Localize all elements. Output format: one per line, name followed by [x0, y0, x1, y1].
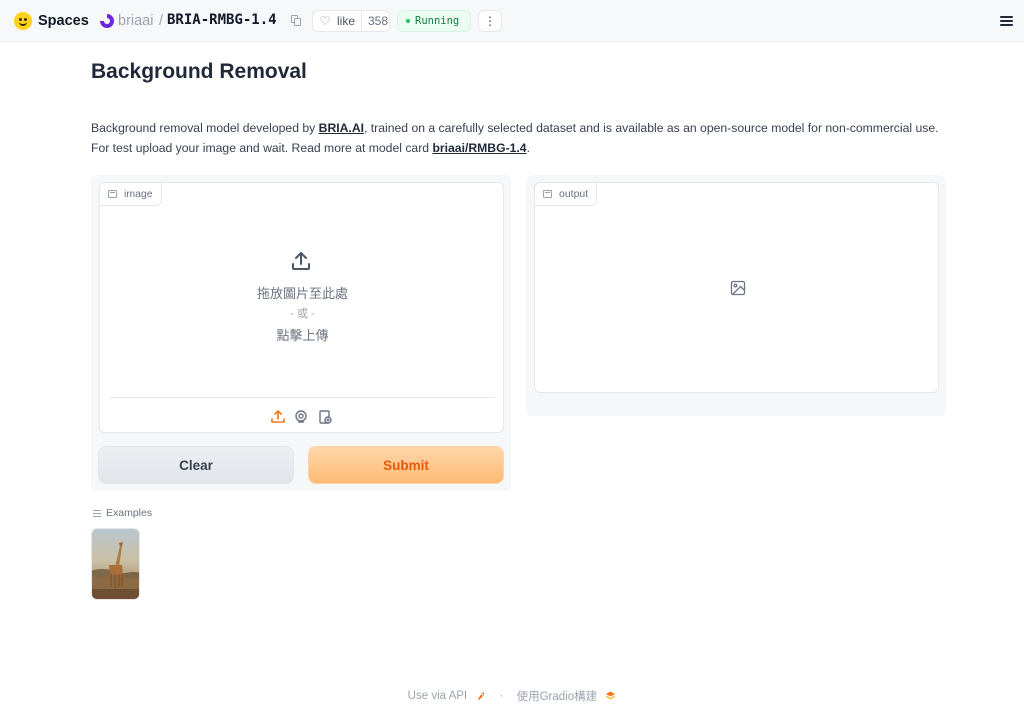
copy-icon[interactable] — [291, 15, 301, 26]
top-bar: Spaces briaai / BRIA-RMBG-1.4 ♡ like 358… — [0, 0, 1024, 42]
page-title: Background Removal — [91, 60, 307, 83]
like-count[interactable]: 358 — [361, 11, 389, 31]
breadcrumb-separator: / — [159, 13, 164, 29]
heart-icon: ♡ — [319, 14, 331, 28]
image-upload-dropzone[interactable]: image 拖放圖片至此處 - 或 - 點擊上傳 — [99, 182, 504, 433]
model-card-link[interactable]: briaai/RMBG-1.4 — [432, 141, 526, 155]
examples-header: Examples — [93, 507, 152, 519]
list-icon — [93, 509, 101, 517]
output-image-box: output — [534, 182, 939, 393]
use-via-api-link[interactable]: Use via API — [408, 690, 467, 702]
rocket-icon — [476, 691, 486, 701]
bria-link[interactable]: BRIA.AI — [319, 121, 364, 135]
image-placeholder-icon — [730, 280, 746, 296]
status-dot-icon — [406, 19, 410, 23]
image-label-tag: image — [99, 182, 162, 206]
like-label: like — [337, 14, 356, 28]
status-text: Running — [415, 15, 460, 27]
clipboard-source-icon[interactable] — [317, 409, 333, 425]
huggingface-logo-icon[interactable] — [14, 12, 32, 30]
upload-source-icon[interactable] — [270, 409, 286, 425]
more-options-button[interactable]: ⋮ — [478, 10, 502, 32]
clear-button[interactable]: Clear — [98, 446, 294, 484]
repo-name[interactable]: BRIA-RMBG-1.4 — [167, 12, 277, 28]
source-divider — [110, 397, 495, 398]
desc-text-1: Background removal model developed by — [91, 121, 319, 135]
input-panel: image 拖放圖片至此處 - 或 - 點擊上傳 Clear Submit — [91, 175, 511, 491]
hamburger-menu-icon[interactable] — [1000, 16, 1013, 26]
upload-icon — [292, 252, 310, 270]
or-text: - 或 - — [290, 308, 315, 320]
submit-button[interactable]: Submit — [308, 446, 504, 484]
spaces-link[interactable]: Spaces — [38, 13, 89, 29]
footer-separator: · — [499, 690, 504, 702]
click-upload-text: 點擊上傳 — [276, 328, 329, 343]
desc-text-2: , trained on a carefully selected datase… — [364, 121, 939, 135]
output-panel: output — [526, 175, 946, 416]
built-with-gradio-link[interactable]: 使用Gradio構建 — [517, 688, 598, 704]
footer: Use via API · 使用Gradio構建 — [0, 688, 1024, 704]
webcam-source-icon[interactable] — [293, 409, 309, 425]
org-link[interactable]: briaai — [118, 13, 153, 29]
examples-label: Examples — [106, 507, 153, 519]
gradio-logo-icon — [605, 691, 616, 701]
example-giraffe-thumbnail[interactable] — [91, 528, 140, 600]
output-label-tag: output — [534, 182, 598, 206]
drop-text: 拖放圖片至此處 — [256, 286, 348, 301]
image-icon — [108, 190, 117, 198]
giraffe-image — [92, 529, 139, 599]
image-label: image — [124, 188, 153, 200]
status-badge: Running — [397, 10, 471, 32]
org-avatar-icon[interactable] — [100, 14, 114, 28]
app-description: Background removal model developed by BR… — [91, 118, 951, 158]
desc-text-4: . — [526, 141, 530, 155]
desc-text-3: For test upload your image and wait. Rea… — [91, 141, 433, 155]
output-label: output — [559, 188, 589, 200]
output-image-icon — [543, 190, 552, 198]
like-button[interactable]: ♡ like 358 — [312, 10, 390, 32]
